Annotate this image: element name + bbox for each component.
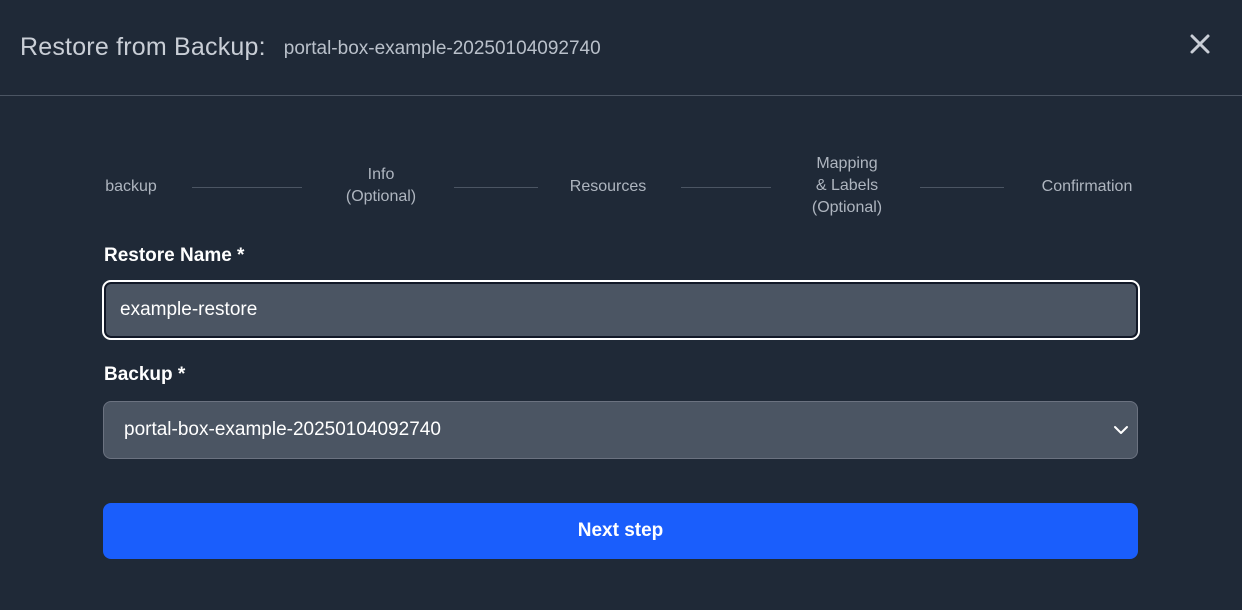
step-connector [920, 187, 1004, 188]
close-button[interactable] [1186, 30, 1214, 58]
step-info[interactable]: Info (Optional) [346, 164, 416, 208]
backup-select-value: portal-box-example-20250104092740 [124, 419, 441, 440]
step-connector [454, 187, 538, 188]
restore-name-input[interactable] [102, 280, 1140, 340]
step-mapping-labels-label: Mapping & Labels (Optional) [811, 155, 883, 216]
backup-select[interactable]: portal-box-example-20250104092740 [103, 401, 1138, 459]
next-step-button[interactable]: Next step [103, 503, 1138, 559]
backup-name-subtitle: portal-box-example-20250104092740 [283, 37, 601, 59]
close-icon [1190, 34, 1210, 54]
step-connector [681, 187, 771, 188]
backup-label: Backup * [104, 364, 186, 385]
step-backup[interactable]: backup [105, 176, 157, 198]
step-confirmation[interactable]: Confirmation [1042, 176, 1133, 198]
step-mapping-labels[interactable]: Mapping & Labels (Optional) [812, 153, 882, 219]
chevron-down-icon [1114, 426, 1128, 434]
restore-name-label: Restore Name * [104, 245, 245, 266]
step-resources[interactable]: Resources [570, 176, 646, 198]
step-info-label: Info (Optional) [345, 166, 417, 205]
step-connector [192, 187, 302, 188]
modal-title: Restore from Backup: [20, 33, 266, 61]
modal-header: Restore from Backup: portal-box-example-… [0, 0, 1242, 96]
restore-stepper: backup Info (Optional) Resources Mapping… [104, 152, 1138, 224]
